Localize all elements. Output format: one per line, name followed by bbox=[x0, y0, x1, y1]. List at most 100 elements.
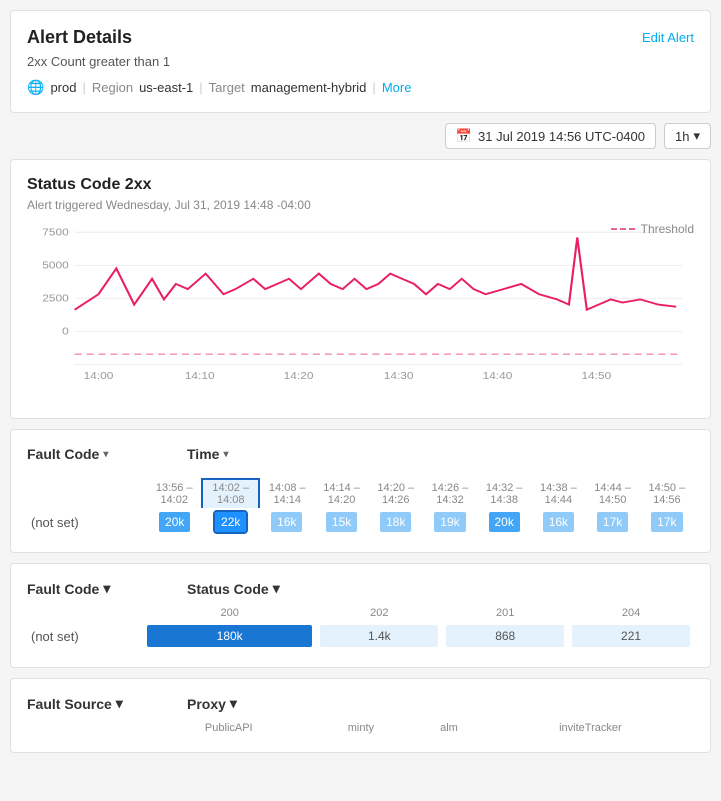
time-controls: 📅 31 Jul 2019 14:56 UTC-0400 1h ▾ bbox=[10, 123, 711, 149]
table1-cell-9: 17k bbox=[640, 508, 694, 536]
svg-text:7500: 7500 bbox=[42, 227, 68, 238]
prod-value: prod bbox=[50, 80, 76, 95]
table3-empty-th bbox=[27, 720, 147, 736]
table-row: (not set) 180k 1.4k 868 221 bbox=[27, 621, 694, 651]
svg-text:0: 0 bbox=[62, 326, 69, 337]
table2-cell-201: 868 bbox=[442, 621, 568, 651]
table3-fault-source-header[interactable]: Fault Source ▾ bbox=[27, 695, 187, 712]
table1-data: 13:56 –14:02 14:02 –14:08 14:08 –14:14 1… bbox=[27, 478, 694, 536]
table2-card: Fault Code ▾ Status Code ▾ 200 202 201 2… bbox=[10, 563, 711, 668]
table1-th-6: 14:32 –14:38 bbox=[477, 479, 531, 508]
table3-proxy-label: Proxy bbox=[187, 696, 226, 712]
svg-text:5000: 5000 bbox=[42, 260, 68, 271]
table1-th-8: 14:44 –14:50 bbox=[585, 479, 639, 508]
table3-proxy-header[interactable]: Proxy ▾ bbox=[187, 695, 694, 712]
target-label: Target bbox=[209, 80, 245, 95]
more-link[interactable]: More bbox=[382, 80, 412, 95]
table1-cell-7: 16k bbox=[531, 508, 585, 536]
chart-svg: 7500 5000 2500 0 14:00 14:10 14:20 14:30… bbox=[27, 222, 694, 382]
table3-card: Fault Source ▾ Proxy ▾ PublicAPI minty a… bbox=[10, 678, 711, 753]
svg-text:14:40: 14:40 bbox=[483, 371, 513, 382]
table1-cell-6: 20k bbox=[477, 508, 531, 536]
region-value: us-east-1 bbox=[139, 80, 193, 95]
table1-time-label: Time bbox=[187, 446, 219, 462]
table1-th-3: 14:14 –14:20 bbox=[314, 479, 368, 508]
table2-fault-dropdown-arrow: ▾ bbox=[103, 580, 110, 597]
table2-th-201: 201 bbox=[442, 605, 568, 621]
svg-text:14:10: 14:10 bbox=[185, 371, 215, 382]
svg-text:14:00: 14:00 bbox=[84, 371, 114, 382]
alert-subtitle: 2xx Count greater than 1 bbox=[27, 54, 694, 69]
table2-th-200: 200 bbox=[143, 605, 316, 621]
table1-fault-code-header[interactable]: Fault Code ▾ bbox=[27, 446, 187, 462]
table3-fault-source-label: Fault Source bbox=[27, 696, 112, 712]
chart-title: Status Code 2xx bbox=[27, 176, 694, 194]
table2-cell-202: 1.4k bbox=[316, 621, 442, 651]
table2-status-dropdown-arrow: ▾ bbox=[273, 580, 280, 597]
svg-text:2500: 2500 bbox=[42, 293, 68, 304]
table1-card: Fault Code ▾ Time ▾ 13:56 –14:02 14:02 –… bbox=[10, 429, 711, 553]
table1-cell-3: 15k bbox=[314, 508, 368, 536]
svg-text:14:30: 14:30 bbox=[384, 371, 414, 382]
alert-meta: 🌐 prod | Region us-east-1 | Target manag… bbox=[27, 79, 694, 96]
calendar-icon: 📅 bbox=[456, 128, 472, 144]
table3-col-headers: PublicAPI minty alm inviteTracker bbox=[27, 720, 694, 736]
svg-text:14:20: 14:20 bbox=[284, 371, 314, 382]
table2-status-code-label: Status Code bbox=[187, 581, 269, 597]
table2-row-label: (not set) bbox=[27, 621, 143, 651]
table2-cell-200: 180k bbox=[143, 621, 316, 651]
alert-title: Alert Details bbox=[27, 27, 132, 48]
region-label: Region bbox=[92, 80, 133, 95]
time-range-arrow: ▾ bbox=[693, 128, 700, 144]
table1-row-label: (not set) bbox=[27, 508, 147, 536]
table2-col-headers: 200 202 201 204 bbox=[27, 605, 694, 621]
fault-code-dropdown-arrow: ▾ bbox=[103, 449, 108, 460]
threshold-text: Threshold bbox=[641, 222, 694, 236]
threshold-label: Threshold bbox=[611, 222, 694, 236]
chart-card: Status Code 2xx Alert triggered Wednesda… bbox=[10, 159, 711, 419]
table1-th-9: 14:50 –14:56 bbox=[640, 479, 694, 508]
table3-th-alm: alm bbox=[411, 720, 487, 736]
table1-th-4: 14:20 –14:26 bbox=[369, 479, 423, 508]
table1-th-1: 14:02 –14:08 bbox=[202, 479, 259, 508]
svg-text:14:50: 14:50 bbox=[581, 371, 611, 382]
table1-th-5: 14:26 –14:32 bbox=[423, 479, 477, 508]
date-value: 31 Jul 2019 14:56 UTC-0400 bbox=[478, 129, 645, 144]
time-range-value: 1h bbox=[675, 129, 689, 144]
date-picker[interactable]: 📅 31 Jul 2019 14:56 UTC-0400 bbox=[445, 123, 656, 149]
table2-th-204: 204 bbox=[568, 605, 694, 621]
table2-empty-th bbox=[27, 605, 143, 621]
time-range-select[interactable]: 1h ▾ bbox=[664, 123, 711, 149]
table1-header: Fault Code ▾ Time ▾ bbox=[27, 446, 694, 462]
table2-cell-204: 221 bbox=[568, 621, 694, 651]
table3-data: PublicAPI minty alm inviteTracker bbox=[27, 720, 694, 736]
table1-time-header[interactable]: Time ▾ bbox=[187, 446, 694, 462]
alert-details-card: Alert Details Edit Alert 2xx Count great… bbox=[10, 10, 711, 113]
table3-th-minty: minty bbox=[311, 720, 412, 736]
table1-col-headers: 13:56 –14:02 14:02 –14:08 14:08 –14:14 1… bbox=[27, 479, 694, 508]
table1-cell-1: 22k bbox=[202, 508, 259, 536]
table1-cell-4: 18k bbox=[369, 508, 423, 536]
table3-th-publicapi: PublicAPI bbox=[147, 720, 311, 736]
chart-container: Threshold 7500 5000 2500 0 14:00 14:10 1… bbox=[27, 222, 694, 402]
threshold-dash-icon bbox=[611, 228, 635, 230]
table1-cell-8: 17k bbox=[585, 508, 639, 536]
table2-status-code-header[interactable]: Status Code ▾ bbox=[187, 580, 694, 597]
target-value: management-hybrid bbox=[251, 80, 367, 95]
table2-fault-code-header[interactable]: Fault Code ▾ bbox=[27, 580, 187, 597]
table-row: (not set) 20k 22k 16k 15k 18k 19k 20k 16… bbox=[27, 508, 694, 536]
table3-header: Fault Source ▾ Proxy ▾ bbox=[27, 695, 694, 712]
table2-fault-code-label: Fault Code bbox=[27, 581, 99, 597]
table2-header: Fault Code ▾ Status Code ▾ bbox=[27, 580, 694, 597]
table1-fault-code-label: Fault Code bbox=[27, 446, 99, 462]
table1-cell-2: 16k bbox=[259, 508, 314, 536]
table2-th-202: 202 bbox=[316, 605, 442, 621]
table3-th-invitetracker: inviteTracker bbox=[487, 720, 694, 736]
edit-alert-link[interactable]: Edit Alert bbox=[642, 30, 694, 45]
table2-data: 200 202 201 204 (not set) 180k 1.4k 868 … bbox=[27, 605, 694, 651]
table1-cell-5: 19k bbox=[423, 508, 477, 536]
table1-th-0: 13:56 –14:02 bbox=[147, 479, 202, 508]
table3-proxy-dropdown-arrow: ▾ bbox=[230, 695, 237, 712]
time-dropdown-arrow: ▾ bbox=[223, 449, 228, 460]
table1-th-2: 14:08 –14:14 bbox=[259, 479, 314, 508]
